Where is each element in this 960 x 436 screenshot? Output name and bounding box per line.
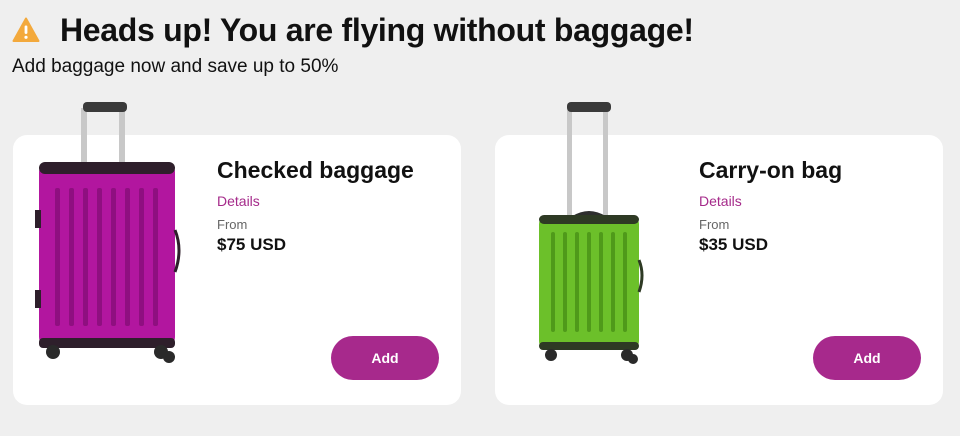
carry-on-bag-card: Carry-on bag Details From $35 USD Add bbox=[495, 102, 943, 405]
checked-baggage-info: Checked baggage Details From $75 USD bbox=[217, 157, 414, 255]
warning-icon bbox=[12, 15, 42, 45]
add-checked-baggage-button[interactable]: Add bbox=[331, 336, 439, 380]
from-label: From bbox=[217, 217, 248, 232]
card-title: Carry-on bag bbox=[699, 157, 843, 183]
checked-baggage-card: Checked baggage Details From $75 USD Add bbox=[13, 102, 461, 405]
card-title: Checked baggage bbox=[217, 157, 414, 183]
page-subtitle: Add baggage now and save up to 50% bbox=[12, 56, 339, 77]
title-row: Heads up! You are flying without baggage… bbox=[12, 10, 948, 50]
carry-on-suitcase-image bbox=[539, 102, 644, 364]
checked-suitcase-image bbox=[35, 102, 181, 363]
page-title: Heads up! You are flying without baggage… bbox=[60, 11, 694, 48]
price: $35 USD bbox=[699, 235, 768, 254]
details-link[interactable]: Details bbox=[699, 193, 842, 209]
price: $75 USD bbox=[217, 235, 286, 254]
baggage-warning-header: Heads up! You are flying without baggage… bbox=[12, 10, 948, 78]
add-carry-on-bag-button[interactable]: Add bbox=[813, 336, 921, 380]
details-link[interactable]: Details bbox=[217, 193, 414, 209]
from-label: From bbox=[699, 217, 730, 232]
carry-on-bag-info: Carry-on bag Details From $35 USD bbox=[699, 157, 842, 255]
